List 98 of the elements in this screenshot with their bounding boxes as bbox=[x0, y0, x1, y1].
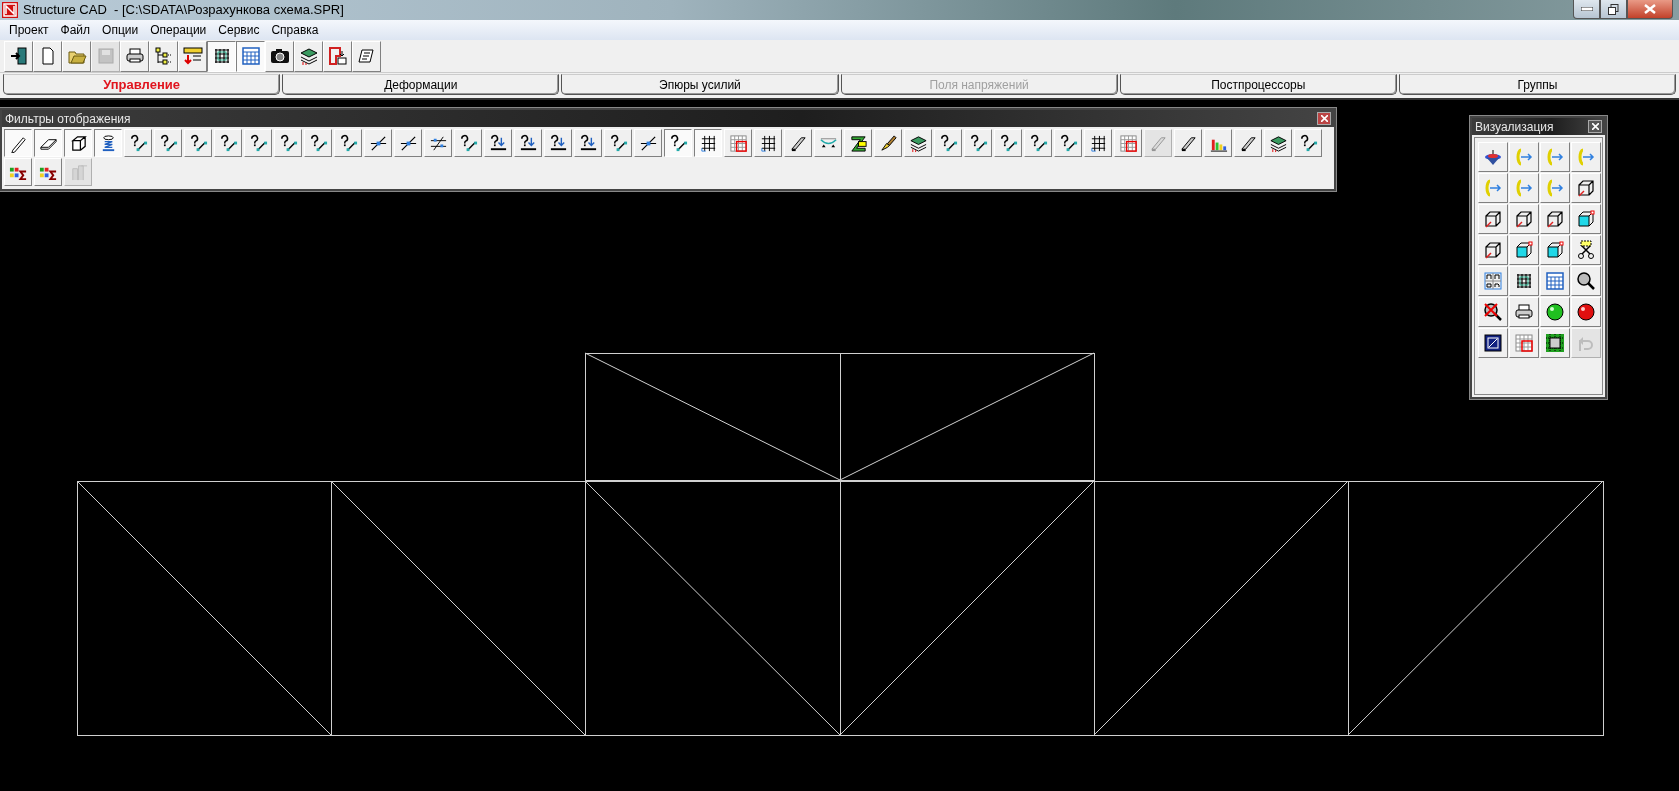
query-icon bbox=[938, 133, 958, 153]
wire-cube-icon bbox=[1483, 240, 1503, 260]
rotation-icon bbox=[1514, 178, 1534, 198]
load-icon bbox=[548, 133, 568, 153]
minimize-icon bbox=[1580, 7, 1593, 11]
grid-icon bbox=[1118, 133, 1138, 153]
query-icon bbox=[608, 133, 628, 153]
scissors-icon bbox=[1576, 240, 1596, 260]
query-icon bbox=[128, 133, 148, 153]
close-icon bbox=[1320, 115, 1328, 122]
window-title: Structure CAD - [C:\SDATA\Розрахункова схема.SPR] bbox=[23, 1, 344, 20]
query-icon bbox=[1058, 133, 1078, 153]
load-icon bbox=[578, 133, 598, 153]
query-icon bbox=[308, 133, 328, 153]
query-icon bbox=[248, 133, 268, 153]
toolbar-button[interactable] bbox=[64, 129, 92, 157]
table-icon bbox=[1545, 271, 1565, 291]
menu-item[interactable]: Файл bbox=[54, 20, 97, 40]
cube-icon bbox=[1576, 209, 1596, 229]
grid-icon bbox=[1088, 133, 1108, 153]
scroll-icon bbox=[356, 46, 377, 66]
toolbar-button[interactable] bbox=[664, 129, 692, 157]
frame-icon bbox=[327, 46, 348, 66]
tab[interactable]: Управление bbox=[3, 74, 281, 95]
query-icon bbox=[968, 133, 988, 153]
grid-icon bbox=[1545, 333, 1565, 353]
wire-cube-icon bbox=[1483, 209, 1503, 229]
load-icon bbox=[488, 133, 508, 153]
printer-icon bbox=[1514, 302, 1534, 322]
rotation-icon bbox=[1545, 147, 1565, 167]
app-logo-icon bbox=[2, 2, 18, 18]
query-icon bbox=[1028, 133, 1048, 153]
panel-title: Фильтры отображения bbox=[5, 110, 131, 128]
close-icon bbox=[1644, 4, 1656, 14]
load-icon bbox=[518, 133, 538, 153]
tree-icon bbox=[153, 46, 174, 66]
mesh-icon bbox=[1514, 271, 1534, 291]
grid-icon bbox=[728, 133, 748, 153]
camera-icon bbox=[269, 46, 290, 66]
menu-item[interactable]: Сервис bbox=[212, 20, 266, 40]
close-button[interactable] bbox=[1588, 120, 1602, 133]
query-icon bbox=[458, 133, 478, 153]
cube-icon bbox=[1545, 240, 1565, 260]
query-icon bbox=[188, 133, 208, 153]
menu-item[interactable]: Опции bbox=[96, 20, 145, 40]
cube-icon bbox=[1514, 240, 1534, 260]
window-icon bbox=[1483, 333, 1503, 353]
rotation-icon bbox=[1545, 178, 1565, 198]
menu-item[interactable]: Проект bbox=[3, 20, 55, 40]
brush-icon bbox=[878, 133, 898, 153]
views-icon bbox=[1483, 271, 1503, 291]
minimize-button[interactable] bbox=[1573, 0, 1600, 19]
magnifier-crossed-icon bbox=[1483, 302, 1503, 322]
profile-icon bbox=[848, 133, 868, 153]
query-icon bbox=[278, 133, 298, 153]
query-icon bbox=[338, 133, 358, 153]
exit-icon bbox=[8, 46, 29, 66]
menu-item[interactable]: Операции bbox=[144, 20, 213, 40]
tab[interactable]: Деформации bbox=[282, 74, 560, 95]
toolbar-button[interactable] bbox=[207, 40, 236, 72]
rotation-icon bbox=[1514, 147, 1534, 167]
wire-cube-icon bbox=[1514, 209, 1534, 229]
query-icon bbox=[158, 133, 178, 153]
wire-cube-icon bbox=[1576, 178, 1596, 198]
toolbar-button[interactable] bbox=[34, 129, 62, 157]
restore-button[interactable] bbox=[1600, 0, 1627, 19]
tab[interactable]: Постпроцессоры bbox=[1119, 74, 1397, 95]
toolbar-button[interactable] bbox=[4, 129, 32, 157]
grid-icon bbox=[698, 133, 718, 153]
close-icon bbox=[1591, 123, 1599, 130]
rotation-icon bbox=[1483, 178, 1503, 198]
layers-icon bbox=[908, 133, 928, 153]
close-button[interactable] bbox=[1627, 0, 1673, 19]
tab[interactable]: Эпюры усилий bbox=[561, 74, 839, 95]
layers-icon bbox=[1268, 133, 1288, 153]
toolbar-button[interactable] bbox=[94, 129, 122, 157]
ruler-icon bbox=[182, 46, 203, 66]
menu-item[interactable]: Справка bbox=[265, 20, 325, 40]
query-icon bbox=[998, 133, 1018, 153]
panel-title: Визуализация bbox=[1475, 118, 1554, 136]
query-icon bbox=[668, 133, 688, 153]
grid-icon bbox=[1514, 333, 1534, 353]
grid-icon bbox=[758, 133, 778, 153]
query-icon bbox=[218, 133, 238, 153]
layers-icon bbox=[298, 46, 319, 66]
restore-icon bbox=[1608, 3, 1619, 15]
rotation-icon bbox=[1576, 147, 1596, 167]
magnifier-icon bbox=[1576, 271, 1596, 291]
wire-cube-icon bbox=[1545, 209, 1565, 229]
sphere-icon bbox=[1545, 302, 1565, 322]
printer-icon bbox=[124, 46, 145, 66]
spinning-top-icon bbox=[1483, 147, 1503, 167]
table-icon bbox=[240, 46, 261, 66]
close-button[interactable] bbox=[1317, 112, 1331, 125]
sphere-icon bbox=[1576, 302, 1596, 322]
tab[interactable]: Группы bbox=[1398, 74, 1677, 95]
query-icon bbox=[1298, 133, 1318, 153]
toolbar-button[interactable] bbox=[694, 129, 722, 157]
